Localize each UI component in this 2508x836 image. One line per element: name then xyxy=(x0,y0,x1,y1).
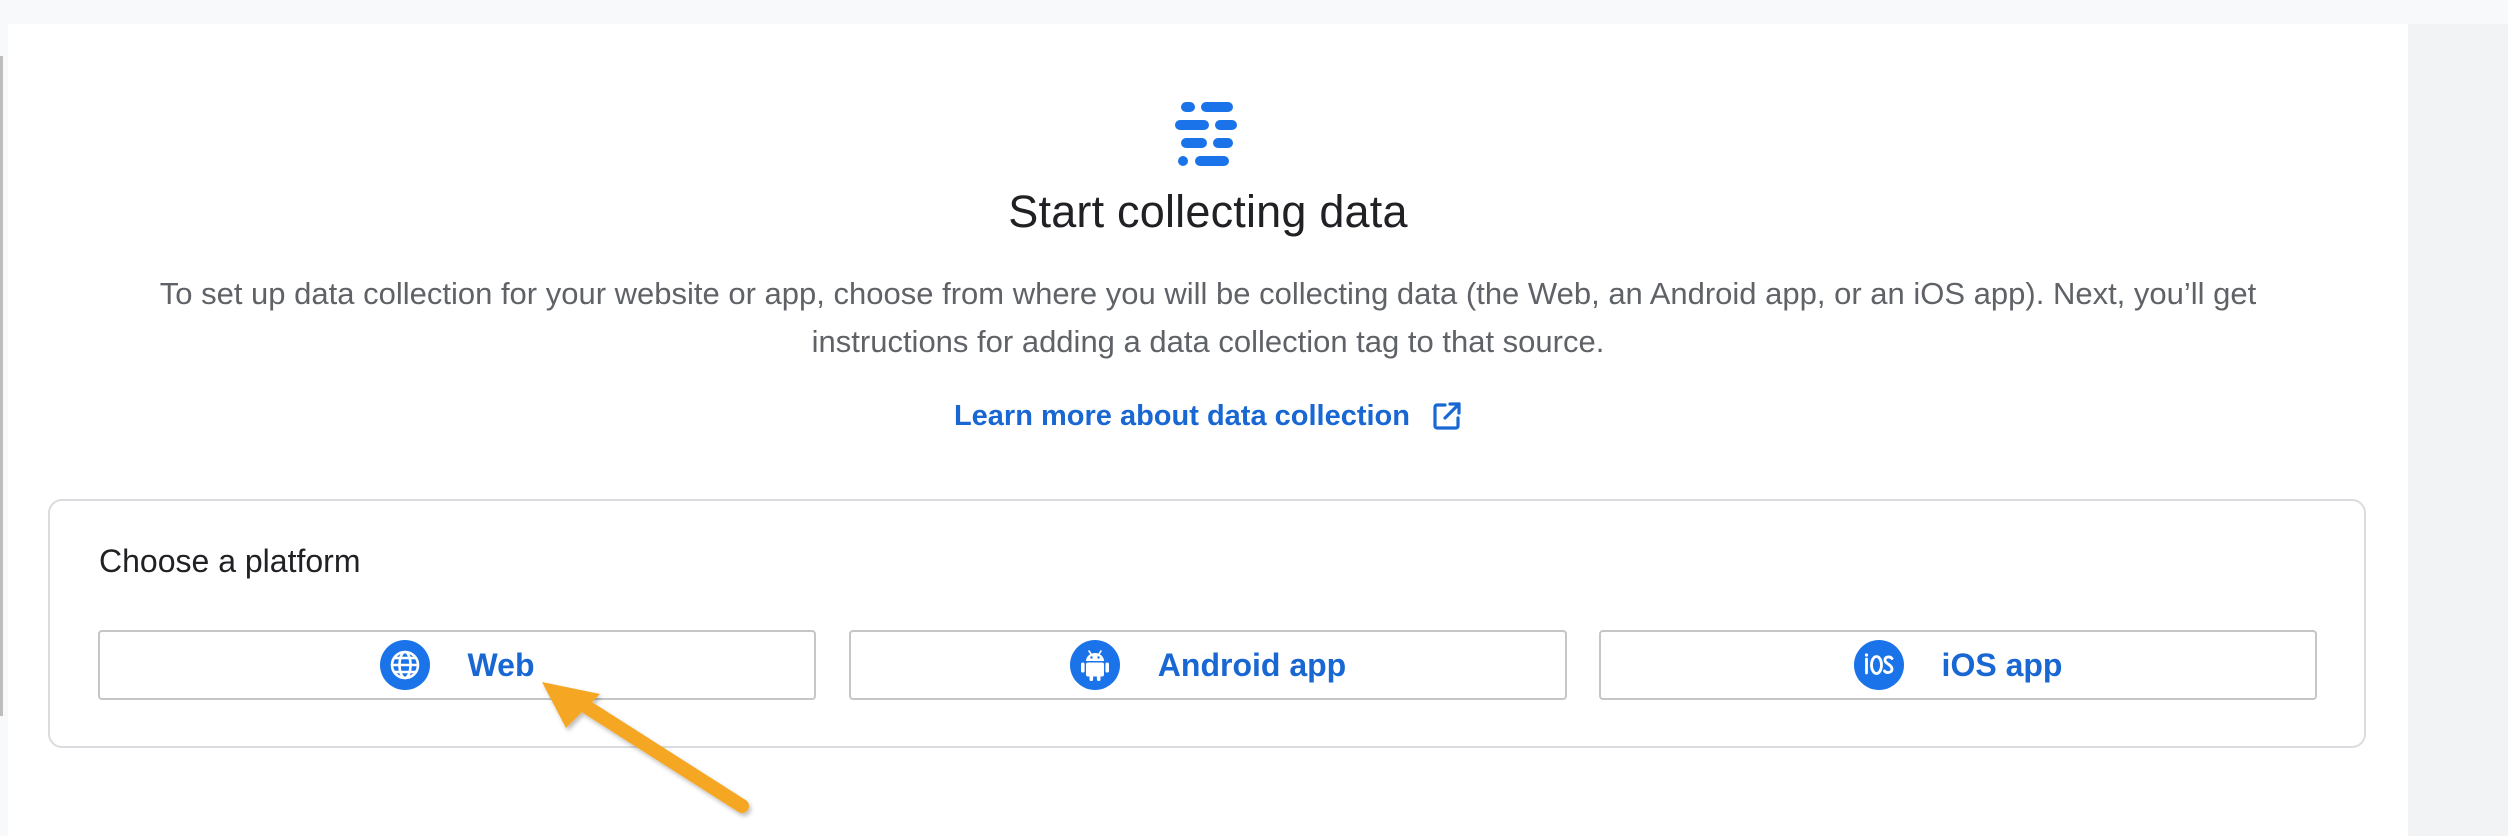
card-title: Choose a platform xyxy=(99,543,361,579)
pointer-arrow-icon xyxy=(542,682,749,813)
android-platform-button[interactable]: Android app xyxy=(849,630,1567,700)
ios-label: iOS app xyxy=(1941,646,2063,683)
ios-platform-button[interactable]: iOS app xyxy=(1599,630,2317,700)
learn-more-link[interactable]: Learn more about data collection xyxy=(0,400,2416,433)
choose-platform-card: Choose a platform Web Android app iOS ap… xyxy=(48,499,2366,748)
android-icon xyxy=(1069,640,1120,690)
external-link-icon xyxy=(1433,402,1461,430)
ios-icon xyxy=(1853,640,1904,690)
page-description: To set up data collection for your websi… xyxy=(159,276,2257,359)
page-title: Start collecting data xyxy=(1008,186,1408,237)
data-streams-icon xyxy=(1175,102,1237,166)
right-gutter xyxy=(2408,24,2508,836)
android-label: Android app xyxy=(1157,646,1347,683)
globe-icon xyxy=(379,640,430,690)
left-border xyxy=(0,56,3,716)
learn-more-label[interactable]: Learn more about data collection xyxy=(954,400,1410,432)
